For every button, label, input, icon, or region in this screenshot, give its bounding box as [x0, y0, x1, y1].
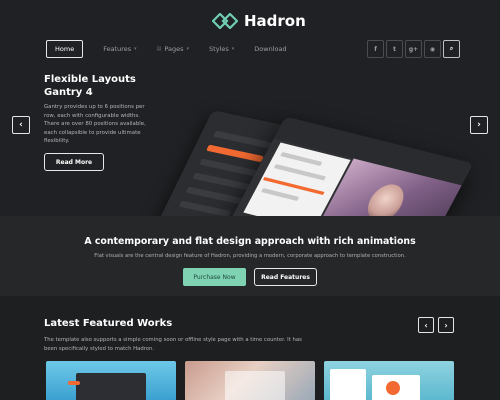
mock-line	[261, 188, 300, 202]
featured-works: Latest Featured Works The template also …	[0, 296, 500, 400]
chevron-down-icon: ▾	[231, 46, 235, 52]
nav-item-label: Home	[55, 45, 75, 53]
mock-line	[280, 152, 323, 167]
google-plus-icon[interactable]: g+	[405, 40, 422, 58]
read-features-button[interactable]: Read Features	[254, 268, 317, 286]
read-more-button[interactable]: Read More	[44, 153, 104, 171]
slider-next-button[interactable]: ›	[470, 116, 488, 134]
hero-description: Gantry provides up to 6 positions per ro…	[44, 104, 146, 144]
band-title: A contemporary and flat design approach …	[84, 236, 416, 247]
search-icon[interactable]: ⌕	[443, 40, 460, 58]
chevron-down-icon: ▾	[134, 46, 137, 52]
nav-item-download[interactable]: Download	[254, 45, 286, 53]
interlocked-diamonds-icon	[212, 13, 238, 29]
mock-row	[178, 200, 232, 218]
chevron-left-icon: ‹	[19, 120, 23, 130]
mock-row	[206, 144, 265, 163]
works-description: The template also supports a simple comi…	[44, 337, 302, 352]
logo[interactable]: Hadron	[212, 10, 306, 32]
hero-title: Flexible Layouts Gantry 4	[44, 73, 174, 99]
rss-icon[interactable]: ◉	[424, 40, 441, 58]
slider-prev-button[interactable]: ‹	[12, 116, 30, 134]
mock-line	[273, 164, 326, 181]
purchase-now-button[interactable]: Purchase Now	[183, 268, 246, 286]
nav-item-styles[interactable]: Styles ▾	[209, 45, 234, 53]
brand-name: Hadron	[244, 12, 306, 30]
nav-item-label: Download	[254, 45, 287, 53]
nav-item-features[interactable]: Features ▾	[103, 45, 136, 53]
chevron-down-icon: ▾	[186, 46, 190, 52]
thumb-screen	[76, 373, 146, 400]
chevron-right-icon: ›	[477, 120, 481, 130]
hero-title-line-2: Gantry 4	[44, 87, 93, 98]
nav-item-label: Features	[103, 45, 132, 53]
works-next-button[interactable]: ›	[438, 317, 454, 333]
facebook-icon[interactable]: f	[367, 40, 384, 58]
thumb-card	[330, 369, 366, 400]
nav-item-label: Styles	[209, 45, 229, 53]
nav-item-home[interactable]: Home	[46, 40, 84, 58]
hero-slider: Flexible Layouts Gantry 4 Gantry provide…	[0, 68, 500, 284]
thumb-badge	[68, 381, 80, 385]
work-thumbnail-3[interactable]	[324, 361, 454, 400]
band-description: Flat visuals are the central design feat…	[94, 253, 406, 259]
twitter-icon[interactable]: t	[386, 40, 403, 58]
document-icon: ▤	[156, 46, 162, 52]
site-header: Hadron Home Features ▾ ▤ Pages ▾ Styles …	[0, 0, 500, 68]
chevron-left-icon: ‹	[424, 320, 428, 330]
work-thumbnail-1[interactable]	[46, 361, 176, 400]
hero-title-line-1: Flexible Layouts	[44, 74, 136, 85]
nav-item-pages[interactable]: ▤ Pages ▾	[157, 45, 189, 53]
works-title: Latest Featured Works	[44, 318, 173, 329]
feature-band: A contemporary and flat design approach …	[0, 216, 500, 296]
works-prev-button[interactable]: ‹	[418, 317, 434, 333]
work-thumbnail-2[interactable]	[185, 361, 315, 400]
main-nav: Home Features ▾ ▤ Pages ▾ Styles ▾ Downl…	[46, 40, 307, 58]
chevron-right-icon: ›	[444, 320, 448, 330]
nav-item-label: Pages	[164, 45, 184, 53]
thumb-card	[225, 371, 285, 400]
thumb-badge	[386, 381, 400, 395]
social-links: f t g+ ◉ ⌕	[367, 40, 460, 58]
